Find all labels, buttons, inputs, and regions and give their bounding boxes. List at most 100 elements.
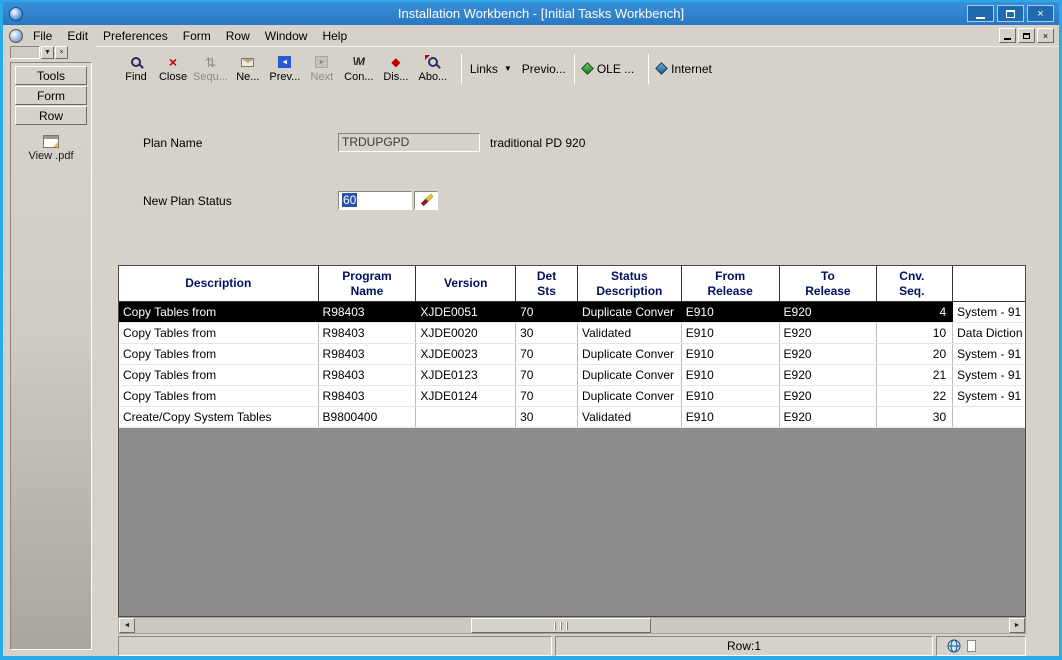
sidebar-tab-row[interactable]: Row [15, 106, 87, 125]
find-icon [131, 57, 141, 67]
grid-row[interactable]: Copy Tables from R98403 XJDE0124 70 Dupl… [119, 386, 1025, 407]
menu-form[interactable]: Form [181, 27, 220, 45]
grid-cell[interactable]: E910 [682, 302, 780, 322]
new-button[interactable]: Ne... [231, 49, 265, 89]
menu-edit[interactable]: Edit [65, 27, 97, 45]
grid-cell[interactable]: E920 [780, 323, 878, 343]
grid-cell[interactable]: Copy Tables from [119, 323, 319, 343]
window-minimize-button[interactable] [967, 5, 994, 22]
grid-cell[interactable]: Duplicate Conver [578, 365, 682, 385]
grid-cell[interactable]: E920 [780, 344, 878, 364]
grid-cell[interactable]: Validated [578, 407, 682, 427]
menu-help[interactable]: Help [320, 27, 356, 45]
plan-name-field[interactable]: TRDUPGPD [338, 133, 480, 152]
close-button[interactable]: × Close [156, 49, 190, 89]
grid-cell[interactable]: XJDE0124 [416, 386, 516, 406]
grid-cell[interactable]: XJDE0020 [416, 323, 516, 343]
grid-cell[interactable]: 30 [516, 407, 578, 427]
grid-cell[interactable]: 20 [877, 344, 953, 364]
sidebar-item-view-pdf[interactable]: View .pdf [11, 135, 91, 162]
grid-cell[interactable]: E910 [682, 407, 780, 427]
grid-row[interactable]: Create/Copy System Tables B9800400 30 Va… [119, 407, 1025, 428]
find-button[interactable]: Find [119, 49, 153, 89]
grid-cell[interactable]: System - 91 [953, 386, 1025, 406]
mdi-restore-button[interactable] [1018, 28, 1035, 43]
grid-cell[interactable]: R98403 [319, 386, 417, 406]
grid-cell[interactable]: System - 91 [953, 344, 1025, 364]
grid-cell[interactable]: 30 [516, 323, 578, 343]
grid-cell[interactable]: Copy Tables from [119, 344, 319, 364]
grid-cell[interactable]: R98403 [319, 365, 417, 385]
grid-cell[interactable]: E910 [682, 344, 780, 364]
mdi-minimize-button[interactable] [999, 28, 1016, 43]
sidebar-tab-tools[interactable]: Tools [15, 66, 87, 85]
ole-button[interactable]: OLE ... [583, 62, 634, 76]
grid-cell[interactable]: XJDE0051 [416, 302, 516, 322]
grid-cell[interactable]: 4 [877, 302, 953, 322]
grid-cell[interactable]: E920 [780, 302, 878, 322]
grid-cell[interactable]: XJDE0023 [416, 344, 516, 364]
grid-cell[interactable]: 70 [516, 302, 578, 322]
menu-row[interactable]: Row [224, 27, 259, 45]
grid-row[interactable]: Copy Tables from R98403 XJDE0023 70 Dupl… [119, 344, 1025, 365]
grid-cell[interactable]: 30 [877, 407, 953, 427]
scrollbar-thumb[interactable] [471, 618, 651, 633]
grid-cell[interactable]: Data Diction [953, 323, 1025, 343]
new-plan-status-field[interactable]: 60 [338, 191, 412, 210]
client-area: File Edit Preferences Form Row Window He… [3, 25, 1059, 656]
scroll-right-button[interactable]: ► [1009, 618, 1025, 633]
grid-cell[interactable]: 70 [516, 344, 578, 364]
grid-cell[interactable]: 22 [877, 386, 953, 406]
grid-cell[interactable]: System - 91 [953, 365, 1025, 385]
sidebar-tab-form[interactable]: Form [15, 86, 87, 105]
grid-cell[interactable]: E910 [682, 386, 780, 406]
fastpath-dropdown-button[interactable]: ▼ [41, 46, 54, 59]
grid-cell[interactable]: R98403 [319, 323, 417, 343]
grid-cell[interactable]: 70 [516, 365, 578, 385]
grid-cell[interactable]: E920 [780, 365, 878, 385]
grid-cell[interactable]: Copy Tables from [119, 386, 319, 406]
previous-link-label[interactable]: Previo... [522, 62, 566, 76]
grid-cell[interactable]: 21 [877, 365, 953, 385]
grid-cell[interactable]: XJDE0123 [416, 365, 516, 385]
previous-button[interactable]: ◄ Prev... [268, 49, 302, 89]
internet-button[interactable]: Internet [657, 62, 712, 76]
grid-cell[interactable]: R98403 [319, 344, 417, 364]
mdi-close-button[interactable]: × [1037, 28, 1054, 43]
fastpath-close-icon: × [59, 49, 63, 56]
menu-preferences[interactable]: Preferences [101, 27, 177, 45]
window-close-button[interactable]: × [1027, 5, 1054, 22]
grid-cell[interactable] [416, 407, 516, 427]
grid-cell[interactable]: System - 91 [953, 302, 1025, 322]
grid-cell[interactable]: Duplicate Conver [578, 386, 682, 406]
grid-cell[interactable]: Validated [578, 323, 682, 343]
grid-cell[interactable]: B9800400 [319, 407, 417, 427]
grid-cell[interactable]: E910 [682, 365, 780, 385]
grid-cell[interactable]: Duplicate Conver [578, 302, 682, 322]
grid-cell[interactable]: Duplicate Conver [578, 344, 682, 364]
menu-window[interactable]: Window [263, 27, 317, 45]
display-button[interactable]: ◆ Dis... [379, 49, 413, 89]
grid-row[interactable]: Copy Tables from R98403 XJDE0123 70 Dupl… [119, 365, 1025, 386]
grid-cell[interactable]: Create/Copy System Tables [119, 407, 319, 427]
about-button[interactable]: Abo... [416, 49, 450, 89]
grid-cell[interactable]: R98403 [319, 302, 417, 322]
grid-cell[interactable]: E920 [780, 407, 878, 427]
visual-assist-button[interactable] [414, 191, 438, 210]
grid-cell[interactable]: E910 [682, 323, 780, 343]
grid-cell[interactable]: Copy Tables from [119, 302, 319, 322]
grid-horizontal-scrollbar[interactable]: ◄ ► [118, 617, 1026, 634]
window-maximize-button[interactable] [997, 5, 1024, 22]
grid-cell[interactable]: 70 [516, 386, 578, 406]
links-dropdown[interactable]: Links ▼ Previo... [470, 62, 566, 76]
scroll-left-button[interactable]: ◄ [119, 618, 135, 633]
grid-row[interactable]: Copy Tables from R98403 XJDE0051 70 Dupl… [119, 302, 1025, 323]
confirm-button[interactable]: \M Con... [342, 49, 376, 89]
grid-cell[interactable]: E920 [780, 386, 878, 406]
fastpath-close-button[interactable]: × [55, 46, 68, 59]
grid-row[interactable]: Copy Tables from R98403 XJDE0020 30 Vali… [119, 323, 1025, 344]
grid-cell[interactable]: 10 [877, 323, 953, 343]
grid-cell[interactable] [953, 407, 1025, 427]
menu-file[interactable]: File [31, 27, 61, 45]
grid-cell[interactable]: Copy Tables from [119, 365, 319, 385]
